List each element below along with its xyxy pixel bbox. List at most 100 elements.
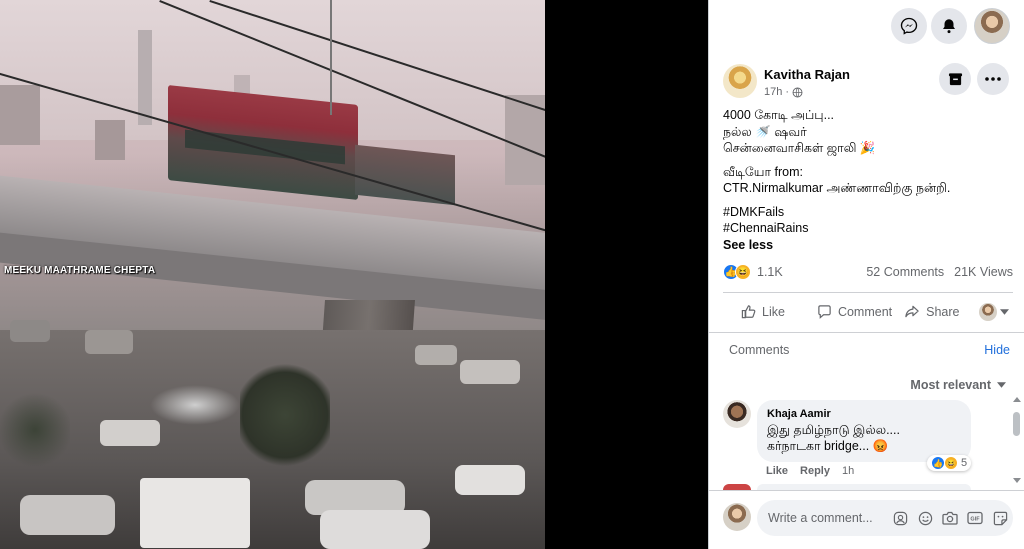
distant-building xyxy=(95,120,125,160)
car xyxy=(460,360,520,384)
hashtag-dmkfails[interactable]: #DMKFails xyxy=(723,204,1013,221)
bell-icon xyxy=(943,19,955,34)
comment-button[interactable]: Comment xyxy=(817,304,892,319)
caption-line: 4000 கோடி அப்பு... xyxy=(723,108,835,122)
sort-dropdown[interactable]: Most relevant xyxy=(910,378,1006,392)
emoji-icon[interactable] xyxy=(916,510,934,526)
sticker-icon[interactable] xyxy=(991,510,1009,526)
comment-line: இது தமிழ்நாடு இல்ல.... xyxy=(767,423,900,437)
hashtag-chennairains[interactable]: #ChennaiRains xyxy=(723,220,1013,237)
globe-icon xyxy=(792,87,803,97)
like-button[interactable]: Like xyxy=(741,304,785,319)
post-time[interactable]: 17h xyxy=(764,86,782,98)
car xyxy=(455,465,525,495)
power-line xyxy=(330,0,332,115)
comment-bubble: Khaja Aamir இது தமிழ்நாடு இல்ல.... கர்நா… xyxy=(757,400,971,462)
stats-right: 52 Comments 21K Views xyxy=(866,265,1013,279)
like-label: Like xyxy=(762,304,785,319)
video-watermark: MEEKU MAATHRAME CHEPTA xyxy=(4,265,156,276)
commenter-name[interactable]: Khaja Aamir xyxy=(767,408,961,420)
comment-reactions[interactable]: 👍 😆 5 xyxy=(927,455,972,471)
messenger-icon xyxy=(900,17,918,35)
post-body: 4000 கோடி அப்பு... நல்ல 🚿 ஷவர் சென்னைவாச… xyxy=(723,107,1013,253)
audience-selector[interactable] xyxy=(979,302,1009,321)
comments-heading: Comments xyxy=(729,343,790,357)
comment-label: Comment xyxy=(837,304,893,319)
comments-scrollbar[interactable] xyxy=(1011,396,1021,486)
composer-avatar[interactable] xyxy=(723,503,751,531)
comment-composer: Write a comment... GIF xyxy=(723,500,1017,536)
caret-down-icon xyxy=(1000,308,1009,315)
divider xyxy=(709,490,1024,491)
water-splash xyxy=(150,385,240,425)
scroll-up-arrow-icon xyxy=(1013,397,1021,402)
car xyxy=(100,420,160,446)
truck xyxy=(140,478,250,548)
comment-text: இது தமிழ்நாடு இல்ல.... கர்நாடகா bridge..… xyxy=(767,422,961,454)
car xyxy=(320,510,430,549)
share-icon xyxy=(905,305,919,318)
post-meta: 17h · xyxy=(764,86,803,98)
messenger-button[interactable] xyxy=(891,8,927,44)
gif-icon[interactable]: GIF xyxy=(966,510,984,526)
credit-text: CTR.Nirmalkumar அண்ணாவிற்கு நன்றி. xyxy=(723,181,951,195)
comment-time[interactable]: 1h xyxy=(842,465,854,477)
car xyxy=(85,330,133,354)
car xyxy=(415,345,457,365)
ellipsis-icon xyxy=(985,77,1001,81)
small-avatar-icon xyxy=(979,302,997,321)
profile-avatar[interactable] xyxy=(974,8,1010,44)
save-post-button[interactable] xyxy=(939,63,971,95)
svg-text:GIF: GIF xyxy=(970,517,980,523)
roadside-foliage xyxy=(0,390,70,470)
like-reaction-icon: 👍 xyxy=(931,456,945,470)
thumbs-up-icon xyxy=(741,305,756,319)
comment-input-placeholder: Write a comment... xyxy=(768,511,873,525)
comment-actions: Like Reply 1h xyxy=(766,465,854,477)
author-avatar[interactable] xyxy=(723,64,757,98)
caption-line: சென்னைவாசிகள் ஜாலி 🎉 xyxy=(723,141,876,155)
haha-reaction-icon[interactable]: 😆 xyxy=(735,264,751,280)
tree xyxy=(240,360,330,470)
scroll-thumb[interactable] xyxy=(1013,412,1020,436)
post-actions: Like Comment Share xyxy=(723,292,1013,330)
post-caption: 4000 கோடி அப்பு... நல்ல 🚿 ஷவர் சென்னைவாச… xyxy=(723,107,1013,157)
views-count: 21K Views xyxy=(954,265,1013,279)
reaction-count[interactable]: 1.1K xyxy=(757,265,783,279)
post-side-panel: Kavitha Rajan 17h · 4000 கோடி அப்பு... ந… xyxy=(708,0,1024,549)
caption-line: நல்ல 🚿 ஷவர் xyxy=(723,124,807,139)
comment-like-button[interactable]: Like xyxy=(766,465,788,477)
video-player[interactable]: MEEKU MAATHRAME CHEPTA xyxy=(0,0,708,549)
distant-building xyxy=(0,85,40,145)
sort-label: Most relevant xyxy=(910,378,991,392)
divider xyxy=(709,332,1024,333)
see-less-link[interactable]: See less xyxy=(723,237,1013,254)
author-name[interactable]: Kavitha Rajan xyxy=(764,67,850,82)
comment-line: கர்நாடகா bridge... 😡 xyxy=(767,439,889,453)
car xyxy=(10,320,50,342)
more-options-button[interactable] xyxy=(977,63,1009,95)
comment-icon xyxy=(818,305,831,319)
video-frame[interactable]: MEEKU MAATHRAME CHEPTA xyxy=(0,0,545,549)
hide-comments-link[interactable]: Hide xyxy=(984,343,1010,357)
post-credit: வீடியோ from: CTR.Nirmalkumar அண்ணாவிற்கு… xyxy=(723,164,1013,197)
comment-react-count: 5 xyxy=(961,457,968,469)
notifications-button[interactable] xyxy=(931,8,967,44)
car xyxy=(20,495,115,535)
post-stats: 👍 😆 1.1K 52 Comments 21K Views xyxy=(723,262,1013,282)
camera-icon[interactable] xyxy=(941,510,959,526)
caret-down-icon xyxy=(997,382,1006,388)
comments-count[interactable]: 52 Comments xyxy=(866,265,944,279)
credit-label: வீடியோ from: xyxy=(723,164,803,179)
comment-reply-button[interactable]: Reply xyxy=(800,465,830,477)
second-vehicle xyxy=(355,144,455,206)
share-button[interactable]: Share xyxy=(904,304,959,319)
haha-reaction-icon: 😆 xyxy=(944,456,958,470)
commenter-avatar[interactable] xyxy=(723,400,751,428)
avatar-sticker-icon[interactable] xyxy=(891,510,909,526)
composer-icons: GIF xyxy=(891,510,1009,526)
distant-tower xyxy=(138,30,152,125)
scroll-down-arrow-icon xyxy=(1013,478,1021,483)
share-label: Share xyxy=(926,304,960,319)
meta-dot: · xyxy=(785,86,790,98)
